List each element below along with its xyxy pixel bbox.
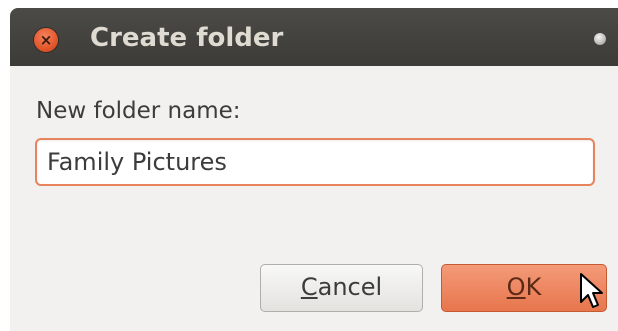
close-icon[interactable]: × bbox=[34, 28, 58, 52]
folder-name-label: New folder name: bbox=[36, 98, 241, 124]
ok-mnemonic: O bbox=[506, 273, 526, 301]
cancel-mnemonic: C bbox=[300, 273, 318, 301]
ok-label-rest: K bbox=[525, 273, 542, 301]
dialog-title: Create folder bbox=[90, 23, 284, 53]
title-bar[interactable]: × Create folder bbox=[10, 8, 618, 66]
create-folder-dialog: × Create folder New folder name: Cancel … bbox=[10, 8, 618, 331]
folder-name-input[interactable] bbox=[35, 138, 595, 186]
mouse-pointer-icon bbox=[580, 273, 603, 308]
window-menu-icon[interactable] bbox=[594, 33, 606, 45]
cancel-label-rest: ancel bbox=[317, 273, 383, 301]
cancel-button[interactable]: Cancel bbox=[260, 264, 423, 312]
